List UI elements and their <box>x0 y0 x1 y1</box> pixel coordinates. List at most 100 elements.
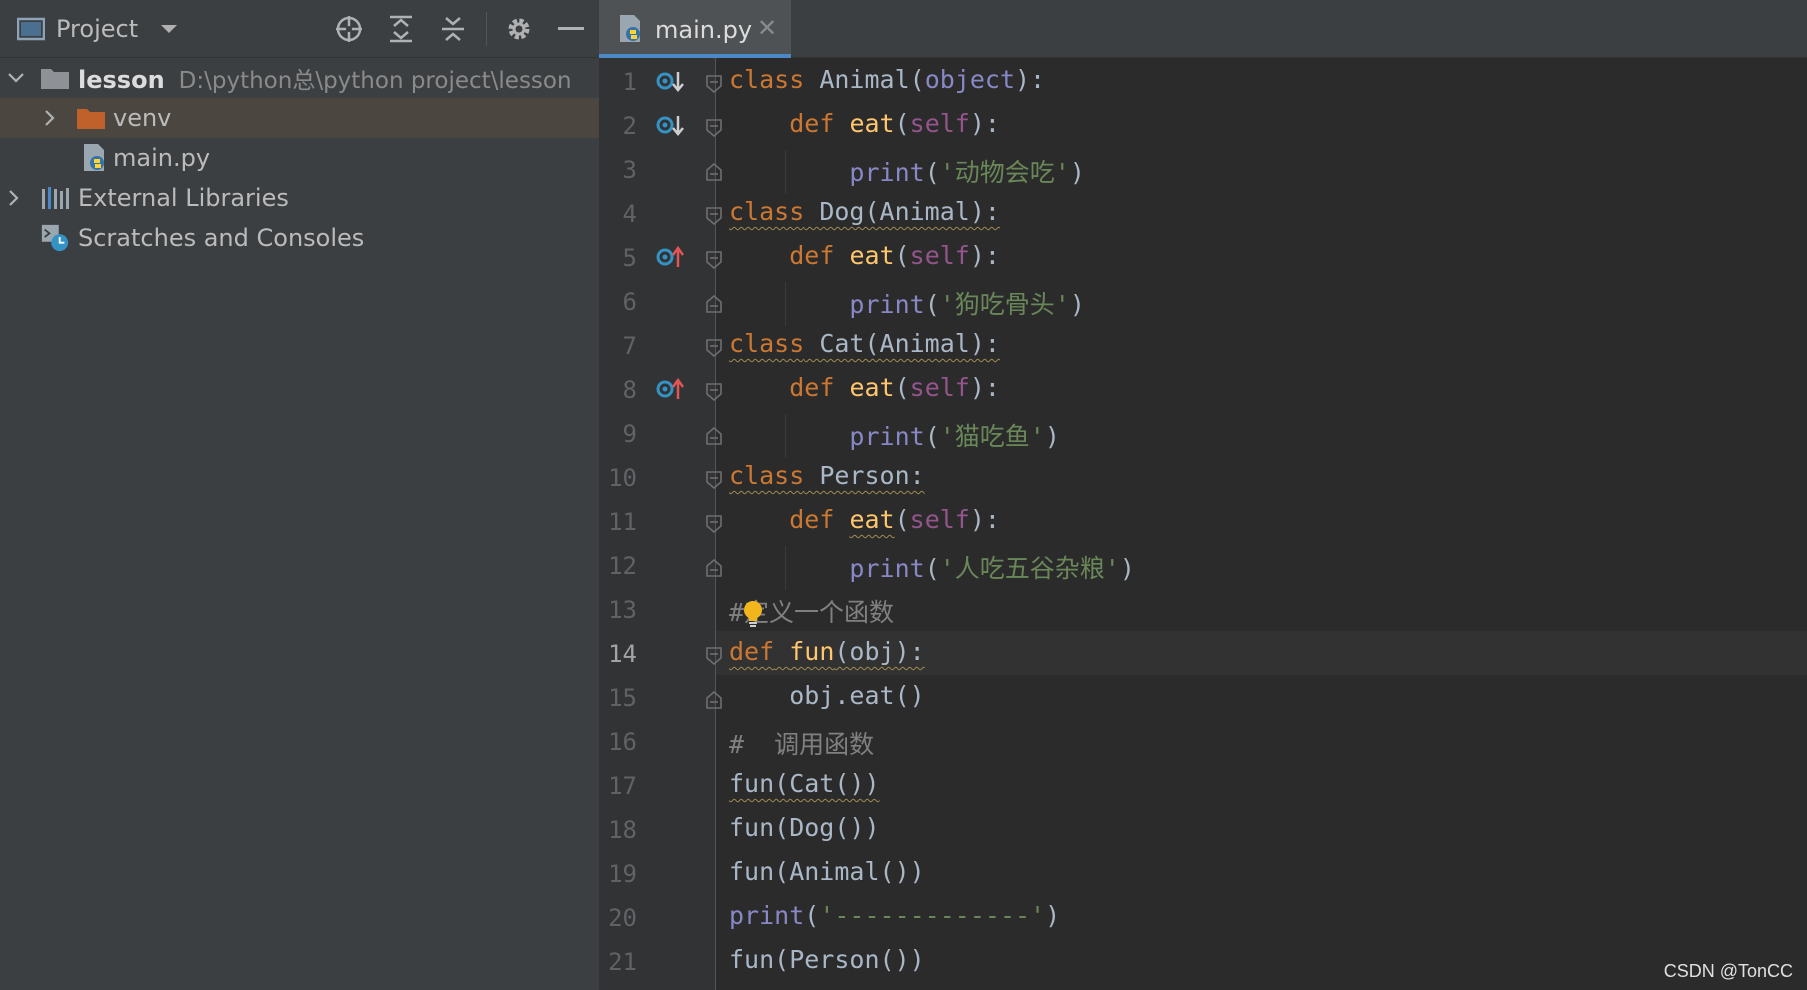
code-line[interactable]: class Cat(Animal): <box>729 329 1000 358</box>
code-token: class <box>729 329 805 358</box>
code-token: def <box>789 505 835 534</box>
fold-open-icon[interactable] <box>706 119 722 138</box>
indent-guide <box>785 414 786 458</box>
code-line[interactable]: fun(Animal()) <box>729 857 925 886</box>
code-token: def <box>789 109 835 138</box>
fold-open-icon[interactable] <box>706 471 722 490</box>
line-number: 19 <box>608 860 637 888</box>
line-number: 10 <box>608 464 637 492</box>
fold-open-icon[interactable] <box>706 75 722 94</box>
expand-all-icon[interactable] <box>384 12 418 46</box>
fold-end-icon[interactable] <box>706 294 722 313</box>
project-view-title[interactable]: Project <box>56 15 138 43</box>
code-token: '猫吃鱼' <box>939 422 1045 451</box>
line-number: 12 <box>608 552 637 580</box>
folder-icon <box>40 63 70 93</box>
code-token: ) <box>1119 554 1135 583</box>
code-token: self <box>909 241 970 270</box>
fold-end-icon[interactable] <box>706 690 722 709</box>
code-token: ): <box>969 373 1000 402</box>
tree-item-external-libraries[interactable]: External Libraries <box>0 178 599 218</box>
code-token: ): <box>1015 65 1046 94</box>
code-token: ) <box>1069 158 1085 187</box>
code-line[interactable]: obj.eat() <box>729 681 924 710</box>
code-line[interactable]: fun(Dog()) <box>729 813 880 842</box>
tree-item-scratches[interactable]: Scratches and Consoles <box>0 218 599 258</box>
implemented-down-icon[interactable] <box>655 69 689 95</box>
code-line[interactable]: print('人吃五谷杂粮') <box>729 549 1135 585</box>
chevron-right-icon[interactable] <box>4 188 24 208</box>
code-line[interactable]: def eat(self): <box>729 109 1000 138</box>
chevron-down-icon[interactable] <box>152 12 186 46</box>
code-token: Person: <box>804 461 925 490</box>
code-line[interactable]: print('猫吃鱼') <box>729 417 1060 453</box>
code-line[interactable]: def fun(obj): <box>729 637 925 666</box>
code-token: Cat(Animal): <box>804 329 1000 358</box>
code-token: fun(Animal()) <box>729 857 925 886</box>
code-line[interactable]: class Dog(Animal): <box>729 197 1000 226</box>
fold-open-icon[interactable] <box>706 383 722 402</box>
code-token: class <box>729 197 805 226</box>
code-token: '狗吃骨头' <box>939 290 1070 319</box>
lightbulb-icon[interactable] <box>742 599 764 633</box>
code-line[interactable]: print('-------------') <box>729 901 1060 930</box>
chevron-down-icon[interactable] <box>6 68 26 88</box>
fold-open-icon[interactable] <box>706 207 722 226</box>
fold-open-icon[interactable] <box>706 339 722 358</box>
code-line[interactable]: def eat(self): <box>729 241 1000 270</box>
override-up-icon[interactable] <box>655 244 689 270</box>
minimize-icon[interactable] <box>554 12 588 46</box>
tree-label-main-py: main.py <box>113 144 211 172</box>
code-line[interactable]: def eat(self): <box>729 373 1000 402</box>
fold-open-icon[interactable] <box>706 647 722 666</box>
code-line[interactable]: print('动物会吃') <box>729 153 1085 189</box>
line-number: 7 <box>622 332 637 360</box>
code-line[interactable]: def eat(self): <box>729 505 1000 534</box>
code-line[interactable]: fun(Cat()) <box>729 769 880 798</box>
tree-item-main-py[interactable]: main.py <box>0 138 599 178</box>
locate-target-icon[interactable] <box>332 12 366 46</box>
fold-open-icon[interactable] <box>706 251 722 270</box>
code-token: ( <box>894 241 910 270</box>
tab-main-py[interactable]: main.py ✕ <box>599 0 791 58</box>
gear-icon[interactable] <box>502 12 536 46</box>
chevron-right-icon[interactable] <box>40 108 60 128</box>
code-line[interactable]: # 调用函数 <box>729 725 874 761</box>
project-toolbar: Project <box>0 0 599 58</box>
implemented-down-icon[interactable] <box>655 113 689 139</box>
code-token: ( <box>894 505 910 534</box>
code-line[interactable]: class Person: <box>729 461 925 490</box>
code-line[interactable]: print('狗吃骨头') <box>729 285 1085 321</box>
collapse-all-icon[interactable] <box>436 12 470 46</box>
code-token: def <box>789 373 835 402</box>
override-up-icon[interactable] <box>655 376 689 402</box>
code-line[interactable]: fun(Person()) <box>729 945 925 974</box>
library-icon <box>40 183 70 213</box>
code-token: ): <box>969 505 1000 534</box>
watermark: CSDN @TonCC <box>1663 961 1793 981</box>
code-line[interactable]: class Animal(object): <box>729 65 1045 94</box>
code-token: Dog(Animal): <box>804 197 1000 226</box>
tree-label-scratches: Scratches and Consoles <box>78 224 365 252</box>
tree-item-lesson[interactable]: lesson D:\python总\python project\lesson <box>0 58 599 98</box>
code-token: fun(Person()) <box>729 945 925 974</box>
line-number: 16 <box>608 728 637 756</box>
fold-end-icon[interactable] <box>706 162 722 181</box>
tree-item-venv[interactable]: venv <box>0 98 599 138</box>
fold-open-icon[interactable] <box>706 515 722 534</box>
code-token: fun(Dog()) <box>729 813 880 842</box>
code-token: ( <box>924 554 940 583</box>
close-icon[interactable]: ✕ <box>757 14 777 42</box>
fold-end-icon[interactable] <box>706 426 722 445</box>
code-token: '-------------' <box>819 901 1046 930</box>
code-token: eat <box>849 373 895 402</box>
line-number: 14 <box>608 640 637 668</box>
toolbar-divider <box>486 12 487 46</box>
fold-end-icon[interactable] <box>706 558 722 577</box>
line-number: 3 <box>622 156 637 184</box>
